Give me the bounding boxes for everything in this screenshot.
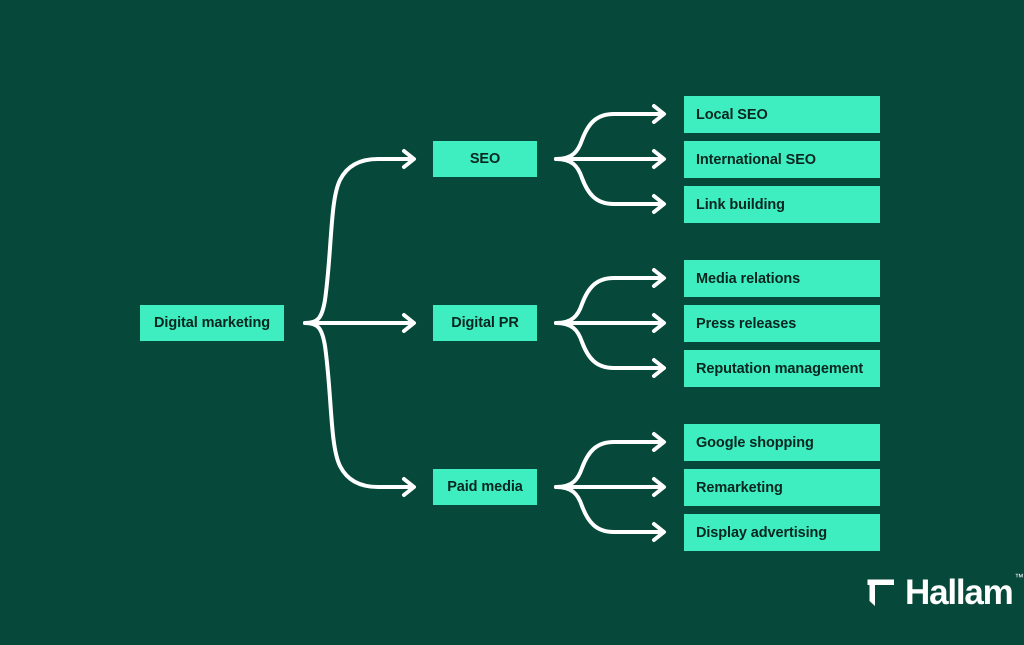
arrowhead-link-building bbox=[652, 194, 666, 214]
node-branch-digital-pr[interactable]: Digital PR bbox=[433, 305, 537, 341]
node-branch-seo-label: SEO bbox=[469, 151, 501, 167]
node-leaf-label: Local SEO bbox=[696, 106, 768, 123]
arrowhead-remarketing bbox=[652, 477, 666, 497]
node-branch-digital-pr-label: Digital PR bbox=[451, 315, 519, 331]
node-leaf-google-shopping[interactable]: Google shopping bbox=[684, 424, 880, 461]
node-root-label: Digital marketing bbox=[154, 315, 270, 331]
hallam-logo: Hallam ™ bbox=[866, 573, 1024, 612]
connector-root-to-paid-media bbox=[303, 321, 414, 489]
connector-root-to-seo bbox=[303, 157, 414, 325]
node-leaf-label: Google shopping bbox=[696, 434, 814, 451]
arrowhead-reputation-management bbox=[652, 358, 666, 378]
node-root-digital-marketing[interactable]: Digital marketing bbox=[140, 305, 284, 341]
connector-digitalpr-to-reputation-management bbox=[554, 321, 664, 370]
diagram-canvas: Digital marketing SEO Digital PR Paid me… bbox=[0, 0, 1024, 645]
connector-paidmedia-to-google-shopping bbox=[554, 440, 664, 489]
node-leaf-label: Media relations bbox=[696, 270, 801, 287]
connector-digitalpr-to-media-relations bbox=[554, 276, 664, 325]
node-leaf-label: International SEO bbox=[696, 151, 816, 168]
arrowhead-press-releases bbox=[652, 313, 666, 333]
node-branch-seo[interactable]: SEO bbox=[433, 141, 537, 177]
node-leaf-label: Press releases bbox=[696, 315, 797, 332]
node-leaf-local-seo[interactable]: Local SEO bbox=[684, 96, 880, 133]
connector-seo-to-link-building bbox=[554, 157, 664, 206]
connector-seo-to-local-seo bbox=[554, 112, 664, 161]
arrowhead-international-seo bbox=[652, 149, 666, 169]
node-leaf-label: Remarketing bbox=[696, 479, 783, 496]
node-leaf-media-relations[interactable]: Media relations bbox=[684, 260, 880, 297]
node-leaf-display-advertising[interactable]: Display advertising bbox=[684, 514, 880, 551]
arrowhead-google-shopping bbox=[652, 432, 666, 452]
arrowhead-paid-media bbox=[402, 477, 416, 497]
arrowhead-digital-pr bbox=[402, 313, 416, 333]
arrowhead-local-seo bbox=[652, 104, 666, 124]
node-leaf-label: Display advertising bbox=[696, 524, 828, 541]
node-leaf-label: Link building bbox=[696, 196, 785, 213]
trademark-symbol: ™ bbox=[1014, 572, 1024, 582]
arrowhead-media-relations bbox=[652, 268, 666, 288]
connector-paidmedia-to-display-advertising bbox=[554, 485, 664, 534]
node-leaf-label: Reputation management bbox=[696, 360, 864, 377]
node-leaf-link-building[interactable]: Link building bbox=[684, 186, 880, 223]
arrowhead-display-advertising bbox=[652, 522, 666, 542]
node-leaf-reputation-management[interactable]: Reputation management bbox=[684, 350, 880, 387]
hallam-wordmark: Hallam ™ bbox=[905, 573, 1024, 612]
arrowhead-seo bbox=[402, 149, 416, 169]
node-leaf-press-releases[interactable]: Press releases bbox=[684, 305, 880, 342]
node-leaf-remarketing[interactable]: Remarketing bbox=[684, 469, 880, 506]
node-leaf-international-seo[interactable]: International SEO bbox=[684, 141, 880, 178]
node-branch-paid-media-label: Paid media bbox=[447, 479, 523, 495]
hallam-flag-mark-icon bbox=[867, 579, 894, 606]
hallam-wordmark-text: Hallam bbox=[905, 573, 1014, 612]
node-branch-paid-media[interactable]: Paid media bbox=[433, 469, 537, 505]
